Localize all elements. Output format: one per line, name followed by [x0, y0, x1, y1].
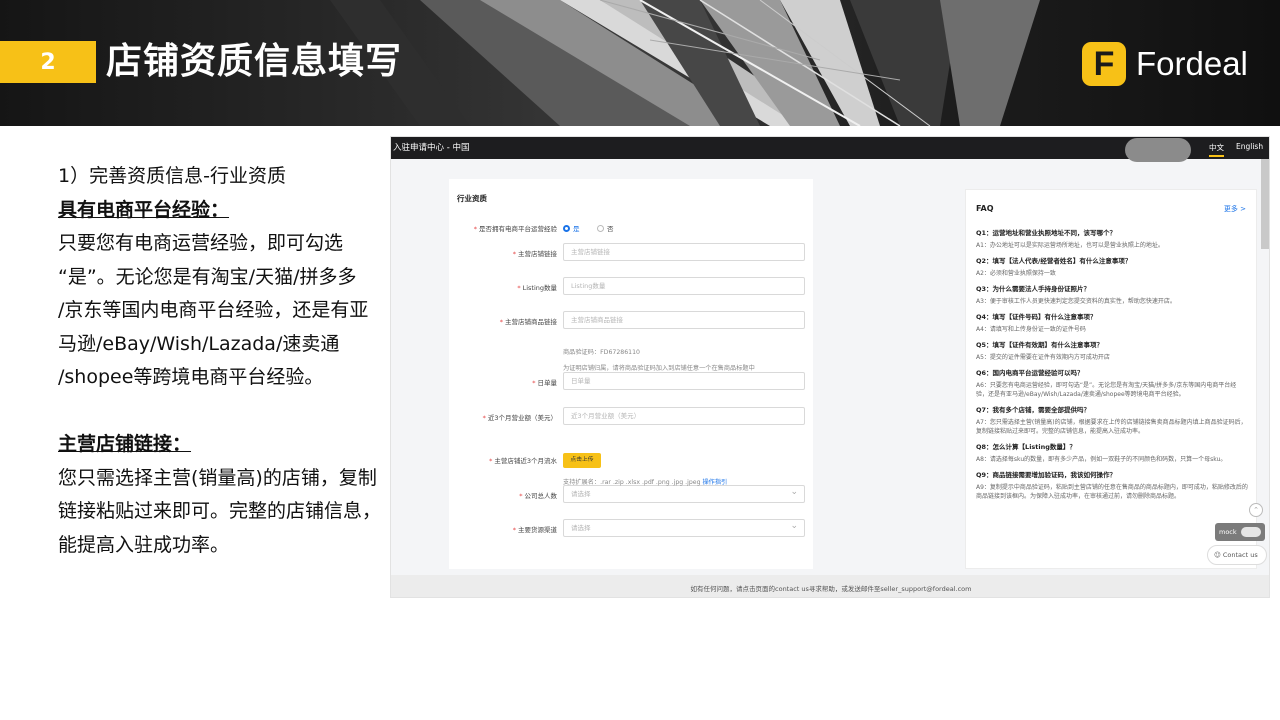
field-label: * 近3个月营业额（美元） [482, 414, 557, 422]
form-heading: 行业资质 [457, 194, 487, 203]
instruction-line: /shopee等跨境电商平台经验。 [58, 366, 324, 388]
field-label: * 主营店铺商品链接 [499, 318, 557, 326]
select-field[interactable]: 请选择 [563, 518, 805, 537]
faq-answer: A4：请填写和上传身份证一致的证件号码 [976, 326, 1086, 333]
section-title: 店铺资质信息填写 [106, 41, 403, 82]
radio-no-button[interactable] [597, 225, 604, 232]
sales-label: * 主营店铺近3个月流水 [489, 457, 557, 465]
faq-answer: A7：您只需选择主营(销量高)的店铺，根据要求在上传的店铺链接售卖商品标题内填上… [976, 419, 1247, 435]
verify-code: 商品验证码：FD67286110 [563, 349, 640, 356]
faq-answer: A2：必须和营业执照保持一致 [976, 270, 1056, 277]
faq-question[interactable]: Q7：我有多个店铺，需要全部提供吗？ [976, 405, 1248, 415]
footer-bar: 如有任何问题，请点击页面的contact us寻求帮助，或发送邮件至seller… [391, 575, 1269, 597]
brand-logo: F Fordeal [1082, 42, 1248, 86]
mock-toggle[interactable]: mock [1215, 523, 1265, 541]
user-avatar[interactable] [1125, 138, 1191, 162]
faq-question[interactable]: Q2：填写【法人代表/经营者姓名】有什么注意事项？ [976, 256, 1248, 266]
faq-panel: FAQ 更多 > Q1：运营地址和营业执照地址不同，该写哪个？ A1：办公地址可以… [965, 189, 1257, 569]
instruction-line: 只要您有电商运营经验，即可勾选 [58, 232, 344, 254]
instruction-line: 1）完善资质信息-行业资质 [58, 165, 286, 187]
faq-title: FAQ [976, 204, 994, 213]
brand-name: Fordeal [1136, 45, 1248, 82]
faq-question[interactable]: Q9：商品链接需要增加验证码，我该如何操作？ [976, 470, 1248, 480]
faq-answer: A3：便于审核工作人员更快速判定您提交资料的真实性，帮助您快速开店。 [976, 298, 1176, 305]
faq-question[interactable]: Q6：国内电商平台运营经验可以吗？ [976, 368, 1248, 378]
faq-list: Q1：运营地址和营业执照地址不同，该写哪个？ A1：办公地址可以是实际运营场所地址… [976, 222, 1248, 501]
faq-question[interactable]: Q4：填写【证件号码】有什么注意事项？ [976, 312, 1248, 322]
instruction-line: 链接粘贴过来即可。完整的店铺信息， [58, 500, 382, 522]
upload-hint: 支持扩展名：.rar .zip .xlsx .pdf .png .jpg .jp… [563, 479, 728, 486]
top-bar: 入驻申请中心 - 中国 中文 English [391, 137, 1269, 162]
radio-no-label[interactable]: 否 [607, 223, 614, 233]
text-input[interactable]: 近3个月营业额（美元） [563, 407, 805, 425]
select-field[interactable]: 请选择 [563, 484, 805, 503]
faq-question[interactable]: Q1：运营地址和营业执照地址不同，该写哪个？ [976, 228, 1248, 238]
field-label: * 主营店铺链接 [512, 250, 557, 258]
field-label: * 公司总人数 [519, 492, 557, 500]
text-input[interactable]: Listing数量 [563, 277, 805, 295]
lang-switch-chinese[interactable]: 中文 [1209, 142, 1224, 157]
instruction-line: /京东等国内电商平台经验，还是有亚 [58, 299, 369, 321]
experience-label: * 是否拥有电商平台运营经验 [473, 225, 557, 233]
faq-answer: A5：提交的证件需要在证件有效期内方可成功开店 [976, 354, 1110, 361]
scrollbar[interactable] [1261, 159, 1269, 249]
radio-yes-button[interactable] [563, 225, 570, 232]
slide: 2 店铺资质信息填写 F Fordeal 1）完善资质信息-行业资质 具有电商平台… [0, 0, 1280, 720]
header-banner: 2 店铺资质信息填写 F Fordeal [0, 0, 1280, 126]
field-label: * 日单量 [532, 379, 557, 387]
faq-question[interactable]: Q5：填写【证件有效期】有什么注意事项？ [976, 340, 1248, 350]
chat-icon: ☺ [1214, 551, 1223, 559]
faq-question[interactable]: Q8：怎么计算【Listing数量】？ [976, 442, 1248, 452]
faq-question[interactable]: Q3：为什么需要法人手持身份证照片？ [976, 284, 1248, 294]
faq-answer: A6：只要您有电商运营经验，即可勾选“是”。无论您是有淘宝/天猫/拼多多/京东等… [976, 382, 1237, 398]
brand-mark-icon: F [1082, 42, 1126, 86]
upload-button[interactable]: 点击上传 [563, 453, 601, 468]
footer-text: 如有任何问题，请点击页面的contact us寻求帮助，或发送邮件至seller… [690, 585, 972, 593]
text-input[interactable]: 日单量 [563, 372, 805, 390]
topbar-title: 入驻申请中心 - 中国 [393, 143, 470, 153]
field-label: * 主要货源渠道 [512, 526, 557, 534]
verify-hint: 为证明店铺归属，请将商品验证码加入到店铺任意一个在售商品标题中 [563, 365, 755, 372]
instruction-line: “是”。无论您是有淘宝/天猫/拼多多 [58, 265, 357, 288]
instruction-heading: 具有电商平台经验： [58, 198, 230, 221]
radio-yes-label[interactable]: 是 [573, 223, 580, 233]
instruction-line: 您只需选择主营(销量高)的店铺，复制 [58, 466, 377, 489]
upload-guide-link[interactable]: 操作指引 [702, 479, 727, 486]
section-number-badge: 2 [0, 41, 96, 83]
text-input[interactable]: 主营店铺商品链接 [563, 311, 805, 329]
application-screenshot: 入驻申请中心 - 中国 中文 English 行业资质 * 是否拥有电商平台运营经… [390, 136, 1270, 598]
faq-more-link[interactable]: 更多 > [1224, 204, 1246, 214]
qualification-form: 行业资质 * 是否拥有电商平台运营经验 是 否 * 主营店铺链接 主营店铺链接 * Lis… [449, 179, 813, 569]
faq-answer: A1：办公地址可以是实际运营场所地址，也可以是营业执照上的地址。 [976, 242, 1164, 249]
faq-answer: A9：复制提示中商品验证码，粘贴到主营店铺的任意在售商品的商品标题内，即可成功，… [976, 484, 1248, 500]
instruction-line: 马逊/eBay/Wish/Lazada/速卖通 [58, 332, 340, 355]
field-label: * Listing数量 [517, 284, 557, 292]
lang-switch-english[interactable]: English [1236, 142, 1263, 151]
faq-answer: A8：请选择每sku的数量，即有多少产品，例如一双鞋子的不同颜色和码数，只算一个… [976, 456, 1227, 463]
instruction-line: 能提高入驻成功率。 [58, 533, 230, 556]
contact-us-button[interactable]: ☺ Contact us [1207, 545, 1267, 565]
instruction-text: 1）完善资质信息-行业资质 具有电商平台经验： 只要您有电商运营经验，即可勾选 “是”… [58, 160, 388, 562]
back-to-top-icon[interactable]: ⌃ [1249, 503, 1263, 517]
instruction-heading: 主营店铺链接： [58, 433, 192, 455]
text-input[interactable]: 主营店铺链接 [563, 243, 805, 261]
